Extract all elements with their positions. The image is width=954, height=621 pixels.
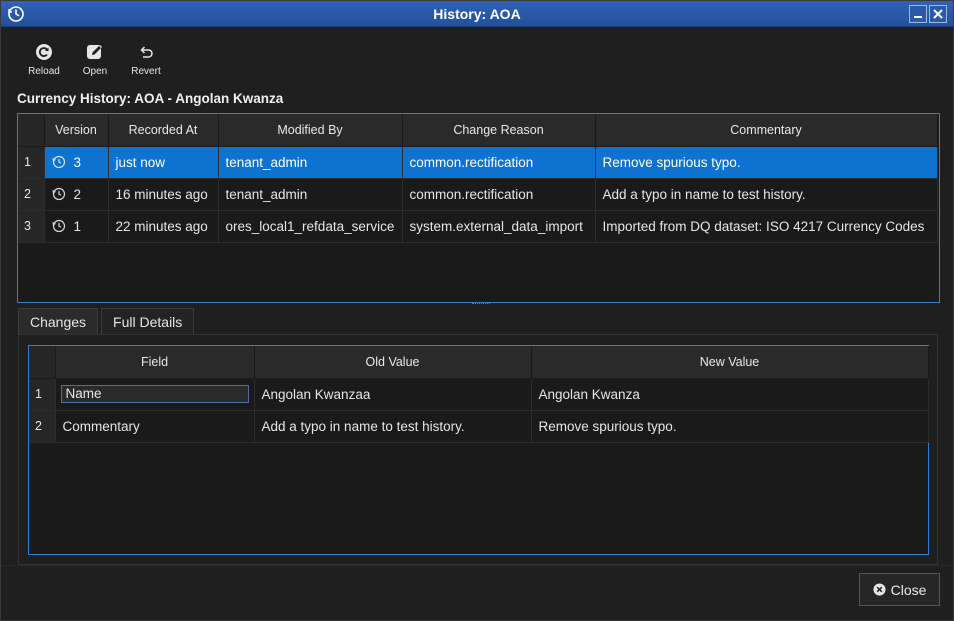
version-value: 1 (73, 218, 82, 234)
field-name-edit[interactable]: Name (60, 385, 249, 403)
edit-icon (87, 44, 103, 59)
recorded-at-cell[interactable]: just now (108, 146, 219, 179)
commentary-cell[interactable]: Imported from DQ dataset: ISO 4217 Curre… (595, 210, 938, 243)
recorded-at-cell[interactable]: 16 minutes ago (108, 178, 219, 211)
version-cell[interactable]: 3 (44, 146, 109, 179)
field-cell[interactable]: Commentary (55, 410, 255, 443)
reload-label: Reload (28, 66, 60, 77)
column-header-commentary[interactable]: Commentary (595, 114, 938, 147)
revert-button[interactable]: Revert (121, 41, 171, 79)
title-bar[interactable]: History: AOA (1, 1, 953, 27)
changes-header-row: Field Old Value New Value (29, 346, 929, 379)
history-dialog: History: AOA Reload Open Revert Currency… (0, 0, 954, 621)
table-row[interactable]: 2 2 16 minutes ago tenant_admin common.r… (18, 178, 938, 211)
column-header-new-value[interactable]: New Value (531, 346, 929, 379)
tab-changes[interactable]: Changes (18, 308, 99, 335)
undo-icon (140, 46, 153, 58)
reload-icon (36, 44, 52, 60)
page-title: Currency History: AOA - Angolan Kwanza (17, 91, 284, 106)
field-cell[interactable]: Name (55, 378, 255, 411)
column-header-version[interactable]: Version (44, 114, 109, 147)
column-header-old-value[interactable]: Old Value (254, 346, 532, 379)
close-button[interactable]: Close (859, 573, 940, 606)
column-header-recorded-at[interactable]: Recorded At (108, 114, 219, 147)
row-number-header (18, 114, 45, 147)
commentary-cell[interactable]: Add a typo in name to test history. (595, 178, 938, 211)
revert-label: Revert (131, 66, 161, 77)
table-row[interactable]: 2 Commentary Add a typo in name to test … (29, 410, 929, 443)
toolbar: Reload Open Revert (19, 41, 171, 81)
commentary-cell[interactable]: Remove spurious typo. (595, 146, 938, 179)
row-number: 2 (29, 410, 56, 443)
close-icon (873, 583, 886, 596)
history-icon (52, 219, 65, 233)
row-number: 1 (18, 146, 45, 179)
history-icon (52, 187, 65, 201)
modified-by-cell[interactable]: tenant_admin (218, 146, 403, 179)
column-header-change-reason[interactable]: Change Reason (402, 114, 596, 147)
minimize-button[interactable] (909, 5, 927, 23)
recorded-at-cell[interactable]: 22 minutes ago (108, 210, 219, 243)
column-header-field[interactable]: Field (55, 346, 255, 379)
row-number: 3 (18, 210, 45, 243)
window-close-button[interactable] (929, 5, 947, 23)
open-button[interactable]: Open (69, 41, 121, 79)
old-value-cell[interactable]: Add a typo in name to test history. (254, 410, 532, 443)
row-number: 1 (29, 378, 56, 411)
change-reason-cell[interactable]: common.rectification (402, 146, 596, 179)
minimize-icon (914, 16, 922, 18)
window-title: History: AOA (433, 5, 521, 22)
tab-full-details[interactable]: Full Details (101, 308, 195, 335)
new-value-cell[interactable]: Angolan Kwanza (531, 378, 929, 411)
change-reason-cell[interactable]: common.rectification (402, 178, 596, 211)
version-value: 3 (73, 154, 82, 170)
version-cell[interactable]: 1 (44, 210, 109, 243)
open-label: Open (82, 66, 108, 77)
version-cell[interactable]: 2 (44, 178, 109, 211)
detail-tabs: Changes Full Details (18, 308, 195, 335)
row-number: 2 (18, 178, 45, 211)
history-header-row: Version Recorded At Modified By Change R… (18, 114, 938, 147)
changes-table: Field Old Value New Value 1 Name Angolan… (28, 345, 929, 555)
history-icon (52, 155, 65, 169)
change-reason-cell[interactable]: system.external_data_import (402, 210, 596, 243)
modified-by-cell[interactable]: tenant_admin (218, 178, 403, 211)
column-header-modified-by[interactable]: Modified By (218, 114, 403, 147)
splitter-handle[interactable] (472, 303, 490, 306)
footer-divider (1, 565, 953, 566)
table-row[interactable]: 1 3 just now tenant_admin common.rectifi… (18, 146, 938, 179)
modified-by-cell[interactable]: ores_local1_refdata_service (218, 210, 403, 243)
close-icon (933, 9, 943, 19)
version-value: 2 (73, 186, 82, 202)
close-button-label: Close (890, 581, 927, 598)
new-value-cell[interactable]: Remove spurious typo. (531, 410, 929, 443)
table-row[interactable]: 1 Name Angolan Kwanzaa Angolan Kwanza (29, 378, 929, 411)
history-table: Version Recorded At Modified By Change R… (17, 113, 940, 303)
reload-button[interactable]: Reload (19, 41, 69, 79)
row-number-header (29, 346, 56, 379)
table-row[interactable]: 3 1 22 minutes ago ores_local1_refdata_s… (18, 210, 938, 243)
history-app-icon (8, 6, 24, 22)
old-value-cell[interactable]: Angolan Kwanzaa (254, 378, 532, 411)
